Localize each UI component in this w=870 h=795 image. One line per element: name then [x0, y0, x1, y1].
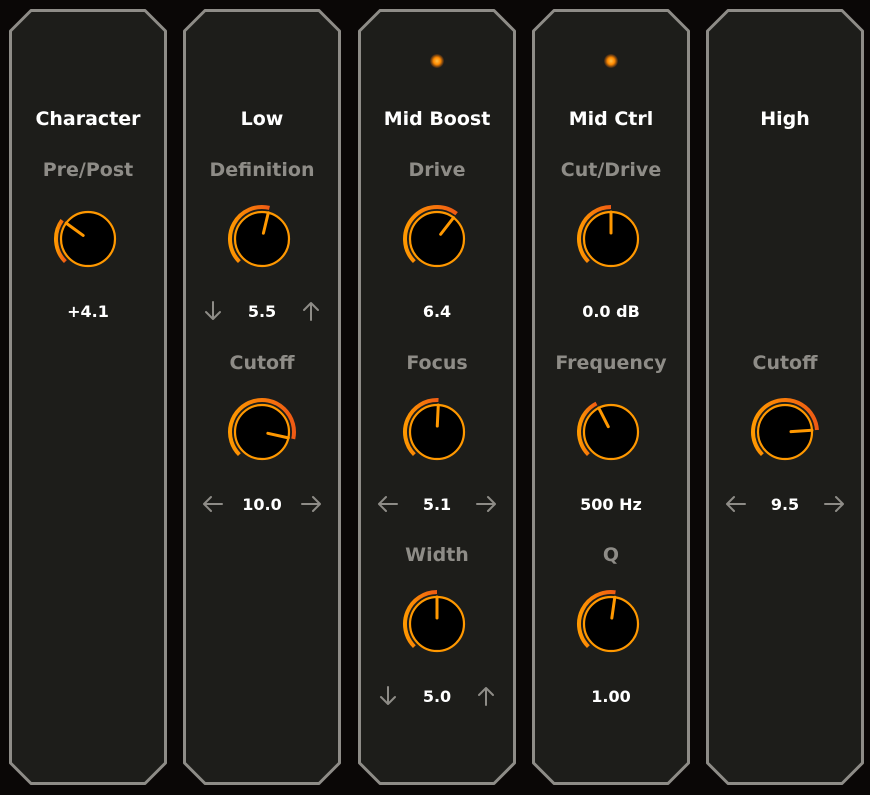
knob-definition[interactable] — [227, 204, 297, 274]
panel-character: Character Pre/Post +4.1 — [9, 9, 167, 785]
knob-q[interactable] — [576, 589, 646, 659]
arrow-right-icon[interactable] — [823, 493, 845, 515]
arrow-right-icon[interactable] — [475, 493, 497, 515]
knob-cutoff[interactable] — [227, 397, 297, 467]
knob-body — [408, 210, 466, 268]
param-value[interactable]: 0.0 dB — [532, 302, 690, 321]
arrow-left-icon[interactable] — [377, 493, 399, 515]
param-label: Cutoff — [229, 352, 295, 374]
panel-title: Mid Boost — [383, 108, 491, 130]
arrow-left-icon[interactable] — [202, 493, 224, 515]
param-label: Pre/Post — [42, 159, 134, 181]
arrow-down-icon[interactable] — [377, 685, 399, 707]
knob-body — [59, 210, 117, 268]
arrow-up-icon[interactable] — [300, 300, 322, 322]
panel-high: High Cutoff 9.5 — [706, 9, 864, 785]
param-value[interactable]: +4.1 — [9, 302, 167, 321]
param-label: Frequency — [555, 352, 667, 374]
param-value[interactable]: 500 Hz — [532, 495, 690, 514]
arrow-right-icon[interactable] — [300, 493, 322, 515]
arrow-down-icon[interactable] — [202, 300, 224, 322]
knob-pointer — [435, 403, 440, 428]
param-label: Q — [602, 544, 620, 566]
knob-body — [233, 403, 291, 461]
knob-pointer — [789, 428, 814, 434]
param-value[interactable]: 6.4 — [358, 302, 516, 321]
arrow-left-icon[interactable] — [725, 493, 747, 515]
knob-body — [582, 595, 640, 653]
panel-title: High — [760, 108, 810, 130]
knob-frequency[interactable] — [576, 397, 646, 467]
knob-pre-post[interactable] — [53, 204, 123, 274]
knob-cutoff[interactable] — [750, 397, 820, 467]
arrow-up-icon[interactable] — [475, 685, 497, 707]
param-label: Cut/Drive — [560, 159, 662, 181]
panel-title: Mid Ctrl — [568, 108, 654, 130]
panel-mid-boost: Mid Boost Drive 6.4 Focus 5.1 Width 5.0 — [358, 9, 516, 785]
knob-focus[interactable] — [402, 397, 472, 467]
knob-width[interactable] — [402, 589, 472, 659]
knob-body — [233, 210, 291, 268]
param-label: Focus — [406, 352, 468, 374]
param-label: Definition — [209, 159, 315, 181]
param-value[interactable]: 1.00 — [532, 687, 690, 706]
panel-mid-ctrl: Mid Ctrl Cut/Drive 0.0 dB Frequency 500 Hz Q 1… — [532, 9, 690, 785]
panel-title: Low — [240, 108, 284, 130]
knob-drive[interactable] — [402, 204, 472, 274]
panel-title: Character — [35, 108, 141, 130]
panel-low: Low Definition 5.5 Cutoff 10.0 — [183, 9, 341, 785]
knob-body — [582, 403, 640, 461]
led-indicator-icon — [604, 54, 618, 68]
param-label: Cutoff — [752, 352, 818, 374]
knob-cut-drive[interactable] — [576, 204, 646, 274]
led-indicator-icon — [430, 54, 444, 68]
param-label: Drive — [408, 159, 466, 181]
param-label: Width — [405, 544, 469, 566]
